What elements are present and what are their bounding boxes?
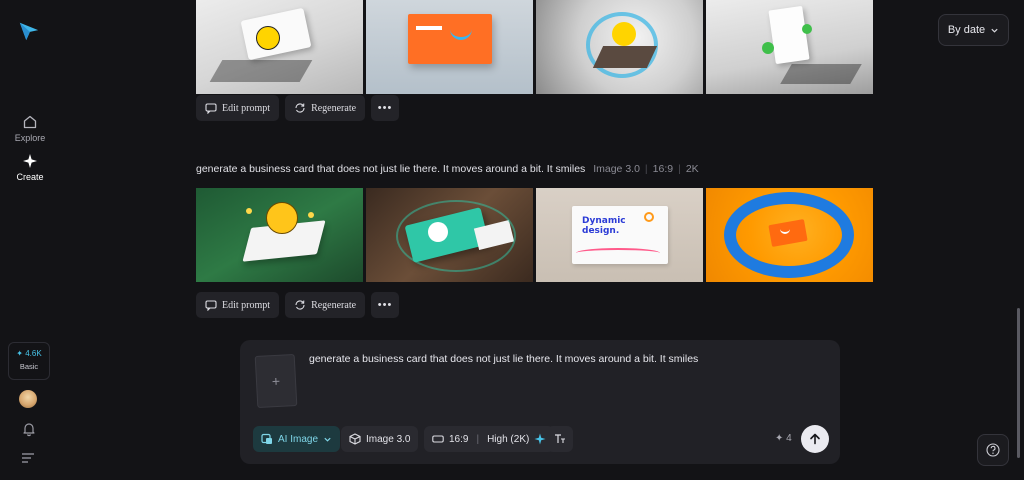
sidebar-item-explore[interactable]: Explore bbox=[0, 114, 60, 143]
mode-selector[interactable]: AI Image bbox=[253, 426, 341, 452]
resolution-tag: 2K bbox=[685, 163, 699, 175]
sidebar-item-label: Explore bbox=[14, 133, 46, 143]
generated-image-6[interactable] bbox=[366, 188, 533, 282]
regenerate-button[interactable]: Regenerate bbox=[285, 95, 366, 121]
sort-dropdown[interactable]: By date bbox=[938, 14, 1009, 46]
refresh-icon bbox=[295, 103, 305, 113]
more-options-button[interactable]: ••• bbox=[371, 292, 400, 318]
prompt-text: generate a business card that does not j… bbox=[196, 163, 586, 175]
edit-prompt-button[interactable]: Edit prompt bbox=[196, 292, 280, 318]
chevron-down-icon bbox=[324, 437, 331, 442]
model-selector[interactable]: Image 3.0 bbox=[341, 426, 419, 452]
generation-actions-2: Edit prompt Regenerate ••• bbox=[196, 292, 400, 318]
image-mode-icon bbox=[261, 433, 272, 444]
edit-prompt-button[interactable]: Edit prompt bbox=[196, 95, 280, 121]
edit-prompt-icon bbox=[205, 103, 217, 114]
sort-label: By date bbox=[947, 24, 986, 36]
generated-image-1[interactable] bbox=[196, 0, 363, 94]
arrow-up-icon bbox=[810, 433, 820, 445]
plus-icon: + bbox=[271, 372, 281, 390]
text-format-button[interactable] bbox=[547, 426, 573, 452]
prompt-composer: + generate a business card that does not… bbox=[240, 340, 840, 464]
sparkle-icon bbox=[23, 154, 37, 168]
generated-image-7[interactable]: Dynamic design. bbox=[536, 188, 703, 282]
generated-image-5[interactable] bbox=[196, 188, 363, 282]
sidebar-item-create[interactable]: Create bbox=[0, 153, 60, 182]
prompt-input[interactable]: generate a business card that does not j… bbox=[309, 353, 698, 365]
text-format-icon bbox=[555, 434, 565, 443]
aspect-ratio-icon bbox=[432, 435, 444, 443]
generated-image-2[interactable] bbox=[366, 0, 533, 94]
credits-amount: ✦ 4.6K bbox=[16, 349, 42, 358]
more-icon: ••• bbox=[377, 102, 393, 114]
credits-badge[interactable]: ✦ 4.6K Basic bbox=[8, 342, 50, 380]
plan-label: Basic bbox=[19, 362, 39, 371]
image-row-1 bbox=[196, 0, 873, 94]
paper-plane-logo-icon[interactable] bbox=[18, 20, 40, 42]
more-icon: ••• bbox=[377, 299, 393, 311]
more-options-button[interactable]: ••• bbox=[371, 95, 400, 121]
send-button[interactable] bbox=[801, 425, 829, 453]
generation-cost: ✦ 4 bbox=[775, 433, 792, 444]
sparkle-icon bbox=[534, 433, 546, 445]
generated-image-8[interactable] bbox=[706, 188, 873, 282]
bell-icon[interactable] bbox=[21, 421, 37, 437]
generated-image-3[interactable] bbox=[536, 0, 703, 94]
refresh-icon bbox=[295, 300, 305, 310]
regenerate-button[interactable]: Regenerate bbox=[285, 292, 366, 318]
menu-icon[interactable] bbox=[21, 452, 37, 464]
generation-actions-1: Edit prompt Regenerate ••• bbox=[196, 95, 400, 121]
sidebar: Explore Create ✦ 4.6K Basic bbox=[0, 0, 60, 480]
sidebar-item-label: Create bbox=[16, 172, 44, 182]
edit-prompt-icon bbox=[205, 300, 217, 311]
image-row-2: Dynamic design. bbox=[196, 188, 873, 282]
scrollbar[interactable] bbox=[1017, 308, 1020, 458]
cube-icon bbox=[349, 433, 361, 445]
add-reference-image-button[interactable]: + bbox=[254, 353, 298, 409]
home-icon bbox=[23, 115, 37, 129]
generation-prompt: generate a business card that does not j… bbox=[196, 163, 699, 175]
card-text: Dynamic design. bbox=[582, 216, 626, 236]
model-tag: Image 3.0 bbox=[593, 163, 640, 175]
chevron-down-icon bbox=[991, 28, 998, 33]
help-button[interactable] bbox=[977, 434, 1009, 466]
ratio-tag: 16:9 bbox=[652, 163, 674, 175]
ratio-quality-selector[interactable]: 16:9 | High (2K) bbox=[424, 426, 555, 452]
generated-image-4[interactable] bbox=[706, 0, 873, 94]
user-avatar[interactable] bbox=[19, 390, 37, 408]
question-icon bbox=[986, 443, 1000, 457]
